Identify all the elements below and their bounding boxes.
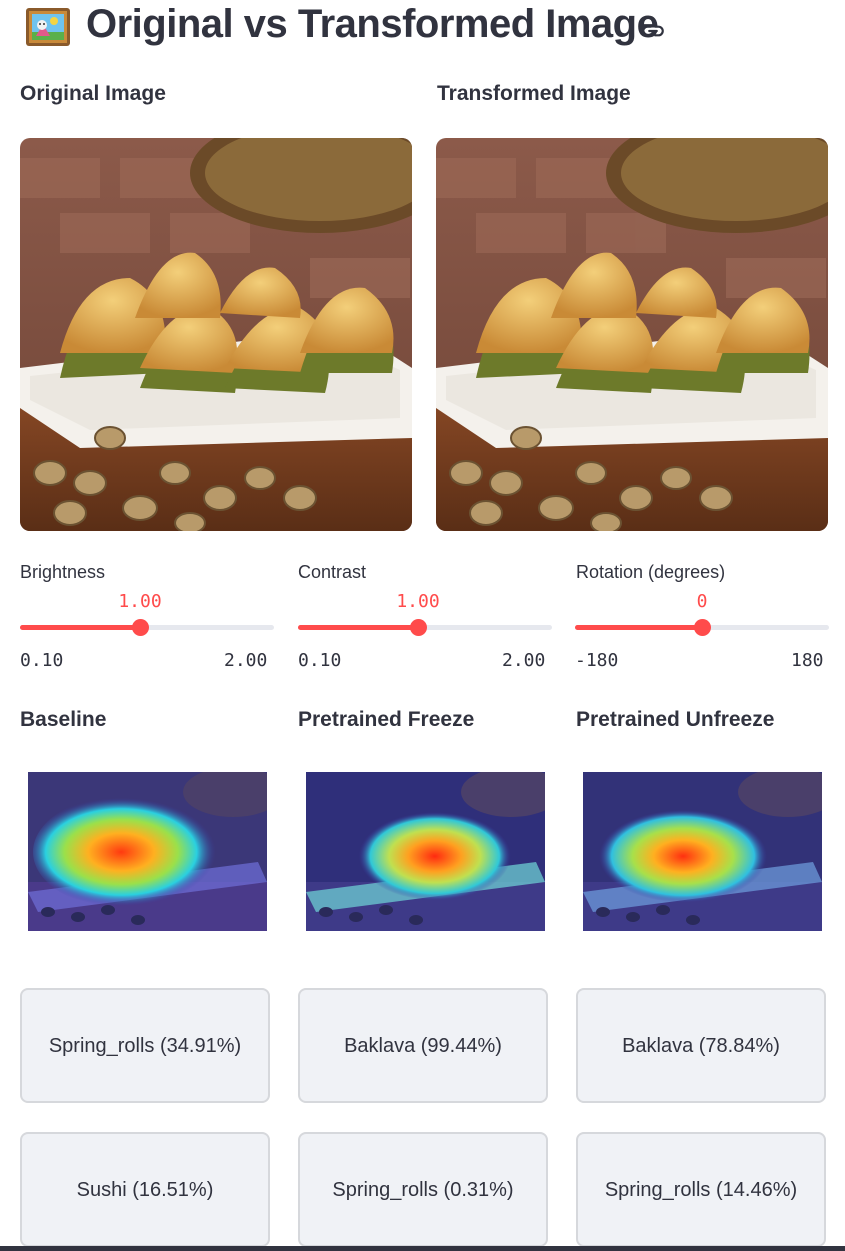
pretrained-freeze-prediction-2: Spring_rolls (0.31%) bbox=[298, 1132, 548, 1247]
pretrained-unfreeze-prediction-2: Spring_rolls (14.46%) bbox=[576, 1132, 826, 1247]
original-image bbox=[20, 138, 412, 531]
rotation-value: 0 bbox=[696, 591, 708, 612]
pretrained-unfreeze-heading: Pretrained Unfreeze bbox=[576, 708, 775, 731]
rotation-min: -180 bbox=[575, 650, 619, 671]
brightness-max: 2.00 bbox=[224, 650, 268, 671]
brightness-value: 1.00 bbox=[118, 591, 162, 612]
contrast-label: Contrast bbox=[298, 562, 367, 582]
rotation-max: 180 bbox=[791, 650, 824, 671]
framed-picture-icon bbox=[26, 8, 70, 46]
rotation-slider-fill bbox=[575, 625, 702, 630]
contrast-slider-thumb[interactable] bbox=[410, 619, 427, 636]
brightness-slider-thumb[interactable] bbox=[132, 619, 149, 636]
contrast-slider[interactable] bbox=[298, 619, 552, 636]
pretrained-freeze-heading: Pretrained Freeze bbox=[298, 708, 475, 731]
contrast-max: 2.00 bbox=[502, 650, 546, 671]
brightness-slider-fill bbox=[20, 625, 140, 630]
rotation-label: Rotation (degrees) bbox=[576, 562, 726, 582]
contrast-min: 0.10 bbox=[298, 650, 342, 671]
baseline-heading: Baseline bbox=[20, 708, 107, 731]
brightness-min: 0.10 bbox=[20, 650, 64, 671]
pretrained-freeze-prediction-1: Baklava (99.44%) bbox=[298, 988, 548, 1103]
baseline-heatmap bbox=[28, 772, 267, 931]
rotation-slider[interactable] bbox=[575, 619, 829, 636]
rotation-slider-thumb[interactable] bbox=[694, 619, 711, 636]
link-icon[interactable] bbox=[640, 18, 666, 44]
original-image-heading: Original Image bbox=[20, 82, 166, 105]
brightness-label: Brightness bbox=[20, 562, 106, 582]
baseline-prediction-2: Sushi (16.51%) bbox=[20, 1132, 270, 1247]
bottom-bar bbox=[0, 1246, 845, 1251]
contrast-value: 1.00 bbox=[396, 591, 440, 612]
pretrained-unfreeze-prediction-1: Baklava (78.84%) bbox=[576, 988, 826, 1103]
pretrained-freeze-heatmap bbox=[306, 772, 545, 931]
transformed-image bbox=[436, 138, 828, 531]
transformed-image-heading: Transformed Image bbox=[437, 82, 631, 105]
contrast-slider-fill bbox=[298, 625, 418, 630]
pretrained-unfreeze-heatmap bbox=[583, 772, 822, 931]
page-title: Original vs Transformed Image bbox=[86, 2, 659, 46]
baseline-prediction-1: Spring_rolls (34.91%) bbox=[20, 988, 270, 1103]
brightness-slider[interactable] bbox=[20, 619, 274, 636]
